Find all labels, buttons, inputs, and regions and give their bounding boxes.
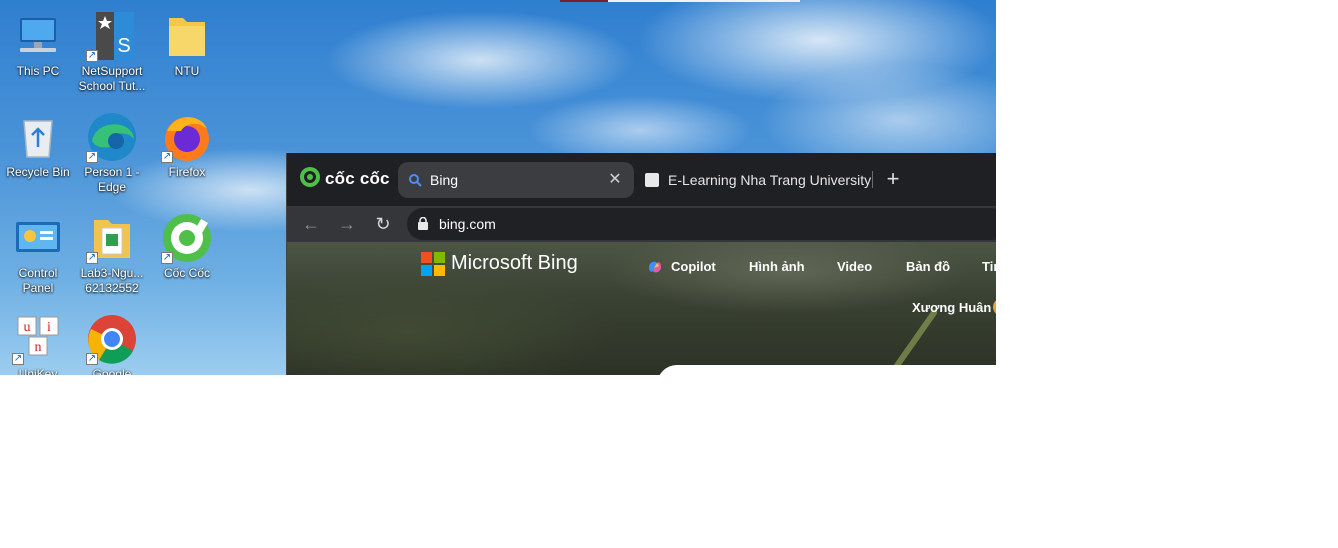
desktop-icon-label: NTU [174, 64, 200, 78]
forward-button[interactable]: → [335, 212, 359, 236]
desktop-icon-coccoc[interactable]: ↗ Cốc Cốc [151, 206, 223, 281]
control-panel-icon [12, 212, 64, 264]
coccoc-brand[interactable]: cốc cốc [299, 166, 390, 193]
elearning-icon [645, 173, 659, 187]
search-icon [408, 173, 422, 187]
shortcut-arrow-icon: ↗ [86, 151, 98, 163]
coccoc-icon: ↗ [161, 212, 213, 264]
brand-name: cốc cốc [325, 169, 390, 188]
shortcut-arrow-icon: ↗ [161, 252, 173, 264]
svg-text:i: i [47, 320, 51, 335]
desktop-icon-label: NetSupport School Tut... [78, 64, 146, 93]
desktop: This PC Recycle Bin Control Panel u i n … [0, 0, 996, 375]
close-tab-icon[interactable]: ✕ [606, 171, 624, 189]
desktop-icon-label: Firefox [168, 165, 206, 179]
coccoc-logo-icon [299, 166, 321, 193]
shortcut-arrow-icon: ↗ [12, 353, 24, 365]
desktop-icon-google-chrome[interactable]: ↗ Google [76, 307, 148, 375]
desktop-icon-control-panel[interactable]: Control Panel [2, 206, 74, 296]
folder-icon [161, 10, 213, 62]
computer-icon [12, 10, 64, 62]
shortcut-arrow-icon: ↗ [86, 353, 98, 365]
back-button[interactable]: ← [299, 212, 323, 236]
desktop-icon-label: Control Panel [18, 266, 58, 295]
new-tab-button[interactable]: + [882, 167, 904, 191]
microsoft-logo-icon[interactable] [421, 252, 445, 276]
nav-copilot[interactable]: Copilot [671, 259, 716, 274]
edge-icon: ↗ [86, 111, 138, 163]
nav-news[interactable]: Tin [982, 259, 996, 274]
desktop-icon-label: Recycle Bin [6, 165, 70, 179]
desktop-icon-unikey[interactable]: u i n ↗ UniKey [2, 307, 74, 375]
tab-title: E-Learning Nha Trang University [668, 172, 872, 188]
bing-search-box[interactable] [657, 365, 996, 375]
desktop-icon-this-pc[interactable]: This PC [2, 4, 74, 79]
nav-maps[interactable]: Bản đồ [906, 259, 950, 274]
tab-strip: cốc cốc Bing ✕ E-Learning Nha Trang Univ… [287, 153, 996, 206]
firefox-icon: ↗ [161, 111, 213, 163]
desktop-icon-netsupport[interactable]: S ↗ NetSupport School Tut... [76, 4, 148, 94]
shortcut-arrow-icon: ↗ [86, 50, 98, 62]
browser-toolbar: ← → ↻ bing.com [287, 206, 996, 242]
bing-page: Microsoft Bing Copilot Hình ảnh Video Bả… [287, 242, 996, 375]
tab-elearning[interactable]: E-Learning Nha Trang University [643, 162, 879, 198]
netsupport-icon: S ↗ [86, 10, 138, 62]
shortcut-arrow-icon: ↗ [86, 252, 98, 264]
desktop-icon-label: Person 1 - Edge [84, 165, 140, 194]
desktop-icon-label: Google [92, 367, 132, 375]
shortcut-arrow-icon: ↗ [161, 151, 173, 163]
nav-video[interactable]: Video [837, 259, 872, 274]
document-folder-icon: ↗ [86, 212, 138, 264]
browser-window: cốc cốc Bing ✕ E-Learning Nha Trang Univ… [286, 153, 996, 375]
desktop-icon-recycle-bin[interactable]: Recycle Bin [2, 105, 74, 180]
nav-images[interactable]: Hình ảnh [749, 259, 805, 274]
desktop-icon-ntu[interactable]: NTU [151, 4, 223, 79]
reload-button[interactable]: ↻ [371, 212, 395, 236]
address-url: bing.com [439, 216, 496, 232]
chrome-icon: ↗ [86, 313, 138, 365]
tab-separator [872, 171, 873, 188]
svg-text:S: S [117, 35, 130, 57]
lock-icon [417, 216, 429, 230]
copilot-icon [647, 259, 663, 275]
user-name[interactable]: Xương Huân [912, 300, 991, 315]
desktop-icon-edge[interactable]: ↗ Person 1 - Edge [76, 105, 148, 195]
desktop-icon-label: Lab3-Ngu... 62132552 [80, 266, 144, 295]
svg-text:n: n [35, 340, 42, 355]
bing-brand[interactable]: Microsoft Bing [451, 252, 578, 275]
recycle-bin-icon [12, 111, 64, 163]
desktop-icon-firefox[interactable]: ↗ Firefox [151, 105, 223, 180]
desktop-icon-lab3[interactable]: ↗ Lab3-Ngu... 62132552 [76, 206, 148, 296]
desktop-icon-label: This PC [16, 64, 60, 78]
tab-bing[interactable]: Bing ✕ [398, 162, 634, 198]
tab-title: Bing [430, 172, 459, 188]
desktop-icon-label: UniKey [18, 367, 58, 375]
desktop-icon-label: Cốc Cốc [163, 266, 210, 280]
unikey-icon: u i n ↗ [12, 313, 64, 365]
svg-text:u: u [24, 320, 31, 335]
address-bar[interactable]: bing.com [407, 208, 996, 240]
window-edge-strip [560, 0, 800, 2]
avatar[interactable] [993, 298, 996, 316]
